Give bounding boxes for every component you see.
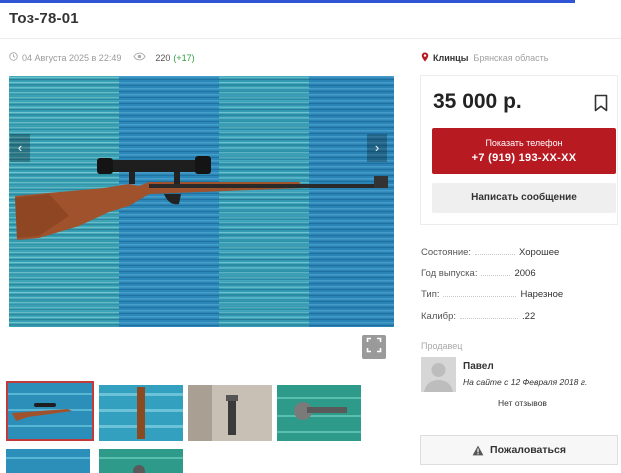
show-phone-label: Показать телефон xyxy=(485,138,563,148)
spec-key: Калибр: xyxy=(421,311,457,322)
spec-value: Нарезное xyxy=(520,289,564,300)
seller-label: Продавец xyxy=(421,341,463,351)
spec-value: Хорошее xyxy=(519,247,560,258)
thumbnail-3[interactable] xyxy=(188,385,272,441)
spec-key: Тип: xyxy=(421,289,440,300)
thumbnail-5[interactable] xyxy=(6,449,90,473)
price: 35 000 р. xyxy=(433,90,522,113)
eye-icon xyxy=(133,52,146,63)
spec-key: Состояние: xyxy=(421,247,472,258)
spec-row: Калибр: .22 xyxy=(421,311,619,325)
complain-label: Пожаловаться xyxy=(490,444,566,456)
spec-row: Тип: Нарезное xyxy=(421,289,619,303)
thumbnail-6[interactable] xyxy=(99,449,183,473)
next-photo-button[interactable]: › xyxy=(367,134,387,162)
show-phone-button[interactable]: Показать телефон +7 (919) 193-XX-XX xyxy=(432,128,616,174)
spec-leader xyxy=(460,311,519,319)
spec-row: Состояние: Хорошее xyxy=(421,247,619,261)
thumbnail-2[interactable] xyxy=(99,385,183,441)
warning-icon xyxy=(472,445,484,456)
spec-leader xyxy=(443,289,517,297)
fullscreen-icon xyxy=(366,337,382,358)
location: Клинцы Брянская область xyxy=(421,52,548,64)
complain-button[interactable]: Пожаловаться xyxy=(420,435,618,465)
avatar[interactable] xyxy=(421,357,456,392)
clock-icon xyxy=(9,52,18,63)
spec-leader xyxy=(475,247,516,255)
phone-number: +7 (919) 193-XX-XX xyxy=(471,152,577,164)
views-count: 220 xyxy=(155,52,171,63)
spec-value: .22 xyxy=(522,311,536,322)
spec-value: 2006 xyxy=(514,268,536,279)
spec-key: Год выпуска: xyxy=(421,268,478,279)
location-pin-icon xyxy=(421,52,429,64)
listing-date: 04 Августа 2025 в 22:49 xyxy=(22,52,122,63)
seller-name[interactable]: Павел xyxy=(463,361,494,372)
bookmark-button[interactable] xyxy=(594,94,608,117)
spec-leader xyxy=(481,268,511,276)
thumbnail-4[interactable] xyxy=(277,385,361,441)
divider xyxy=(0,38,621,39)
main-photo[interactable] xyxy=(9,76,394,327)
location-city[interactable]: Клинцы xyxy=(433,53,468,63)
seller-since: На сайте с 12 Февраля 2018 г. xyxy=(463,377,588,387)
listing-meta: 04 Августа 2025 в 22:49 220 (+17) xyxy=(9,52,195,63)
top-link-strip xyxy=(0,0,575,3)
views-new-count: (+17) xyxy=(173,52,195,63)
prev-photo-button[interactable]: ‹ xyxy=(10,134,30,162)
write-message-button[interactable]: Написать сообщение xyxy=(432,183,616,213)
thumbnail-1[interactable] xyxy=(6,381,94,441)
chevron-right-icon: › xyxy=(374,140,380,155)
fullscreen-button[interactable] xyxy=(362,335,386,359)
spec-row: Год выпуска: 2006 xyxy=(421,268,619,282)
bookmark-icon xyxy=(594,94,608,116)
price-panel: 35 000 р. Показать телефон +7 (919) 193-… xyxy=(420,75,618,225)
page-title: Тоз-78-01 xyxy=(9,10,79,27)
seller-reviews[interactable]: Нет отзывов xyxy=(498,398,547,408)
chevron-left-icon: ‹ xyxy=(17,140,23,155)
location-region: Брянская область xyxy=(473,53,549,63)
